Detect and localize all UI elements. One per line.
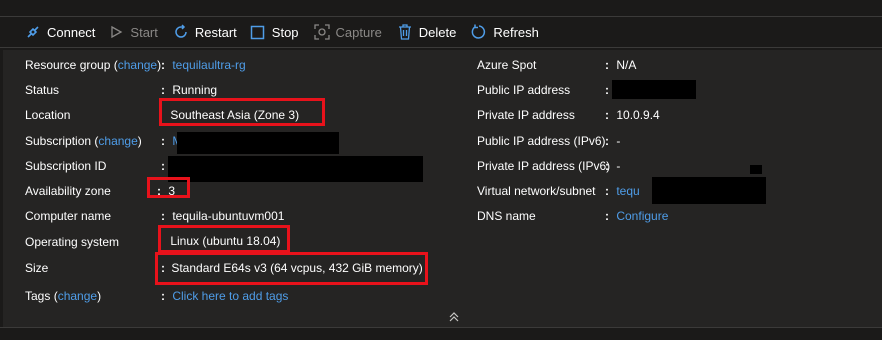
vnet-value-row: : tequ: [605, 184, 640, 198]
bottom-strip: [0, 327, 882, 340]
azure-spot-label: Azure Spot: [477, 58, 537, 72]
start-label: Start: [130, 24, 158, 40]
subscription-label: Subscription: [25, 134, 92, 148]
top-strip: [0, 0, 882, 17]
capture-label: Capture: [335, 24, 382, 40]
tags-label: Tags: [25, 289, 51, 303]
public-ip-value-row: :: [605, 83, 609, 97]
highlight-size: [155, 252, 428, 285]
private-ipv6-label: Private IP address (IPv6): [477, 159, 611, 173]
private-ip-label: Private IP address: [477, 108, 575, 122]
connect-plug-icon: [24, 23, 42, 41]
delete-button[interactable]: Delete: [396, 17, 457, 47]
vnet-link[interactable]: tequ: [616, 184, 639, 198]
tags-change-link[interactable]: change: [58, 289, 97, 303]
subscription-id-label: Subscription ID: [25, 159, 107, 173]
vnet-label: Virtual network/subnet: [477, 184, 596, 198]
status-label: Status: [25, 83, 60, 97]
subscription-row: Subscription (change): [25, 134, 142, 148]
computer-name-value-row: : tequila-ubuntuvm001: [161, 209, 285, 223]
connect-label: Connect: [47, 24, 96, 40]
stop-square-icon: [249, 23, 267, 41]
restart-icon: [172, 23, 190, 41]
tags-value-row: : Click here to add tags: [161, 289, 289, 303]
highlight-location: [159, 98, 325, 126]
stop-button[interactable]: Stop: [249, 17, 299, 47]
refresh-button[interactable]: Refresh: [470, 17, 539, 47]
restart-button[interactable]: Restart: [172, 17, 237, 47]
highlight-availability-zone: [147, 177, 190, 198]
start-play-icon: [107, 23, 125, 41]
private-ipv6-value-row: : -: [605, 159, 621, 173]
capture-button[interactable]: Capture: [313, 17, 382, 47]
add-tags-link[interactable]: Click here to add tags: [172, 289, 288, 303]
resource-group-value-row: : tequilaultra-rg: [161, 58, 246, 72]
dns-name-label: DNS name: [477, 209, 536, 223]
azure-spot-value-row: : N/A: [605, 58, 637, 72]
redaction-small: [750, 165, 762, 174]
refresh-label: Refresh: [493, 24, 539, 40]
subscription-id-value-row: :: [161, 159, 165, 173]
stop-label: Stop: [271, 24, 299, 40]
redaction-subscription-id: [168, 156, 423, 182]
delete-trash-icon: [396, 23, 414, 41]
public-ip-label: Public IP address: [477, 83, 571, 97]
location-label: Location: [25, 108, 71, 122]
redaction-public-ip: [612, 80, 696, 99]
azure-spot-value: N/A: [616, 58, 637, 72]
resource-group-label: Resource group: [25, 58, 111, 72]
collapse-chevron-icon[interactable]: [448, 311, 460, 323]
public-ipv6-label: Public IP address (IPv6): [477, 134, 606, 148]
private-ip-value-row: : 10.0.9.4: [605, 108, 660, 122]
refresh-icon: [470, 23, 488, 41]
dns-name-value-row: : Configure: [605, 209, 669, 223]
start-button[interactable]: Start: [107, 17, 158, 47]
resource-group-link[interactable]: tequilaultra-rg: [172, 58, 245, 72]
subscription-change-link[interactable]: change: [98, 134, 137, 148]
public-ipv6-value-row: : -: [605, 134, 621, 148]
highlight-operating-system: [158, 225, 290, 253]
status-value-row: : Running: [161, 83, 218, 97]
redaction-subscription: [177, 132, 339, 154]
operating-system-label: Operating system: [25, 235, 120, 249]
tags-row: Tags (change): [25, 289, 102, 303]
resource-group-change-link[interactable]: change: [118, 58, 157, 72]
private-ip-value: 10.0.9.4: [616, 108, 660, 122]
size-label: Size: [25, 261, 49, 275]
computer-name-value: tequila-ubuntuvm001: [172, 209, 285, 223]
public-ipv6-value: -: [616, 134, 621, 148]
restart-label: Restart: [194, 24, 237, 40]
delete-label: Delete: [418, 24, 457, 40]
connect-button[interactable]: Connect: [24, 17, 95, 47]
command-toolbar: Connect Start Restart Stop Capture Delet…: [0, 17, 882, 48]
status-value: Running: [172, 83, 218, 97]
redaction-vnet: [652, 177, 766, 204]
computer-name-label: Computer name: [25, 209, 112, 223]
availability-zone-label: Availability zone: [25, 184, 111, 198]
capture-icon: [313, 23, 331, 41]
resource-group-row: Resource group (change): [25, 58, 162, 72]
dns-configure-link[interactable]: Configure: [616, 209, 668, 223]
private-ipv6-value: -: [616, 159, 621, 173]
